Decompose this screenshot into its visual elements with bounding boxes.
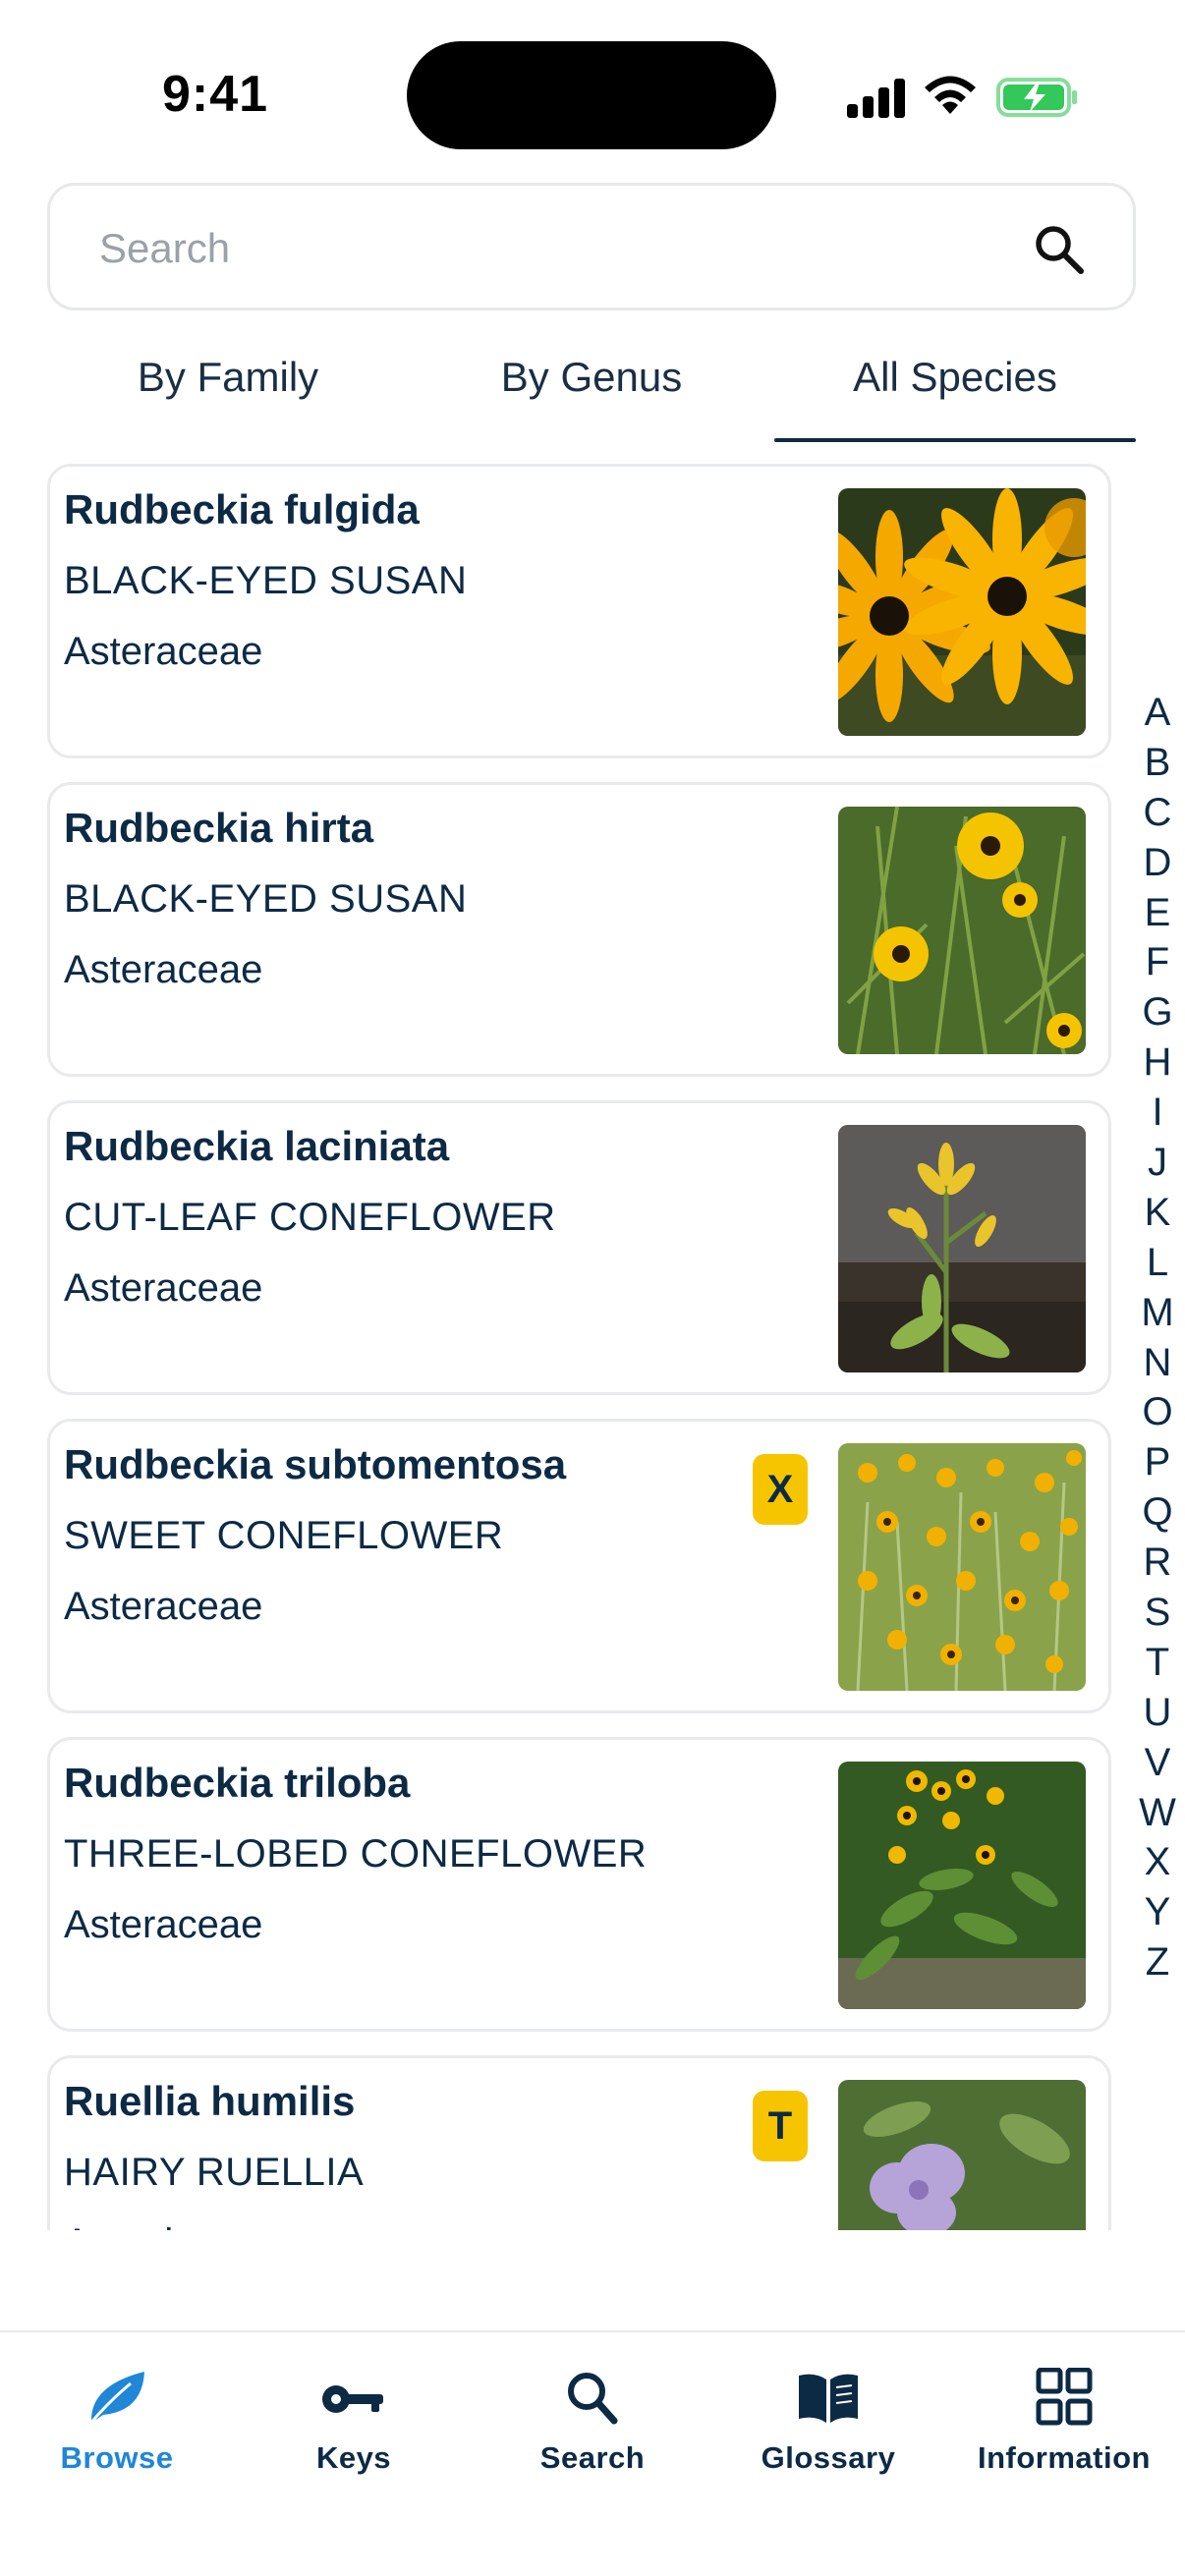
index-letter[interactable]: L [1130,1238,1185,1288]
species-photo [838,1762,1086,2009]
index-letter[interactable]: I [1130,1088,1185,1138]
index-letter[interactable]: O [1130,1387,1185,1437]
tabbar-keys[interactable]: Keys [246,2358,462,2486]
species-photo [838,1443,1086,1691]
bottom-tab-bar: Browse Keys Search Glossary Information [0,2330,1185,2576]
leaf-icon [87,2372,144,2426]
tabbar-label: Information [978,2440,1151,2475]
tab-by-genus[interactable]: By Genus [411,334,772,442]
species-card[interactable]: Rudbeckia laciniata CUT-LEAF CONEFLOWER … [47,1100,1111,1395]
family-name: Asteraceae [64,948,263,991]
index-letter[interactable]: K [1130,1188,1185,1238]
species-card[interactable]: Rudbeckia hirta BLACK-EYED SUSAN Asterac… [47,782,1111,1077]
index-letter[interactable]: T [1130,1638,1185,1688]
index-letter[interactable]: X [1130,1837,1185,1887]
wifi-icon [925,76,976,114]
index-letter[interactable]: B [1130,738,1185,788]
scientific-name: Rudbeckia hirta [64,805,374,851]
common-name: THREE-LOBED CONEFLOWER [64,1832,648,1876]
scientific-name: Rudbeckia laciniata [64,1123,450,1169]
index-letter[interactable]: U [1130,1688,1185,1738]
tabbar-label: Browse [60,2440,174,2475]
tabbar-label: Keys [315,2440,392,2475]
family-name: Asteraceae [64,630,263,673]
status-bar: 9:41 [0,0,1185,177]
search-icon [568,2373,618,2425]
index-letter[interactable]: C [1130,788,1185,838]
tab-all-species[interactable]: All Species [774,334,1136,442]
index-letter[interactable]: D [1130,838,1185,888]
common-name: SWEET CONEFLOWER [64,1514,504,1557]
tabbar-information[interactable]: Information [956,2358,1172,2486]
family-name: Asteraceae [64,1266,263,1310]
search-bar[interactable] [47,183,1136,310]
tabbar-browse[interactable]: Browse [9,2358,225,2486]
common-name: BLACK-EYED SUSAN [64,559,468,602]
index-letter[interactable]: G [1130,987,1185,1037]
index-letter[interactable]: A [1130,688,1185,738]
family-name: Asteraceae [64,1903,263,1946]
tabbar-label: Search [539,2440,646,2475]
scientific-name: Rudbeckia fulgida [64,486,420,532]
tabbar-label: Glossary [761,2440,896,2475]
species-card[interactable]: Rudbeckia subtomentosa SWEET CONEFLOWER … [47,1419,1111,1713]
index-letter[interactable]: N [1130,1338,1185,1388]
index-letter[interactable]: E [1130,888,1185,938]
tab-by-family[interactable]: By Family [47,334,409,442]
grid-icon [1036,2368,1093,2426]
battery-charging-icon [996,78,1077,117]
index-letter[interactable]: H [1130,1037,1185,1088]
species-list[interactable]: Rudbeckia fulgida BLACK-EYED SUSAN Aster… [0,462,1185,2230]
key-icon [322,2385,383,2413]
scientific-name: Rudbeckia subtomentosa [64,1441,567,1487]
species-photo [838,1125,1086,1372]
family-name: Acanthaceae [64,2221,294,2230]
species-card[interactable]: Rudbeckia triloba THREE-LOBED CONEFLOWER… [47,1737,1111,2032]
index-letter[interactable]: R [1130,1538,1185,1588]
species-card[interactable]: Ruellia humilis HAIRY RUELLIA Acanthacea… [47,2055,1111,2230]
browse-tabs: By Family By Genus All Species [47,334,1136,442]
alphabet-index[interactable]: A B C D E F G H I J K L M N O P Q R S T … [1130,688,1185,1988]
book-icon [799,2374,858,2423]
index-letter[interactable]: F [1130,937,1185,987]
species-photo [838,807,1086,1054]
common-name: HAIRY RUELLIA [64,2151,365,2194]
index-letter[interactable]: Y [1130,1887,1185,1937]
species-photo [838,488,1086,736]
scientific-name: Ruellia humilis [64,2078,356,2124]
common-name: BLACK-EYED SUSAN [64,877,468,921]
index-letter[interactable]: J [1130,1138,1185,1188]
species-photo [838,2080,1086,2230]
tabbar-search[interactable]: Search [484,2358,701,2486]
species-card[interactable]: Rudbeckia fulgida BLACK-EYED SUSAN Aster… [47,464,1111,758]
index-letter[interactable]: W [1130,1788,1185,1838]
dynamic-island [407,41,776,149]
search-input[interactable] [99,221,984,276]
family-name: Asteraceae [64,1585,263,1628]
index-letter[interactable]: M [1130,1288,1185,1338]
search-icon[interactable] [1033,223,1086,276]
index-letter[interactable]: P [1130,1437,1185,1487]
cellular-signal-icon [847,77,906,118]
index-letter[interactable]: V [1130,1738,1185,1788]
tabbar-glossary[interactable]: Glossary [720,2358,936,2486]
index-letter[interactable]: Z [1130,1937,1185,1988]
index-letter[interactable]: Q [1130,1487,1185,1538]
scientific-name: Rudbeckia triloba [64,1760,411,1806]
common-name: CUT-LEAF CONEFLOWER [64,1196,556,1239]
status-badge: X [753,1454,808,1525]
index-letter[interactable]: S [1130,1588,1185,1638]
status-time: 9:41 [162,66,269,123]
status-badge: T [753,2091,808,2161]
